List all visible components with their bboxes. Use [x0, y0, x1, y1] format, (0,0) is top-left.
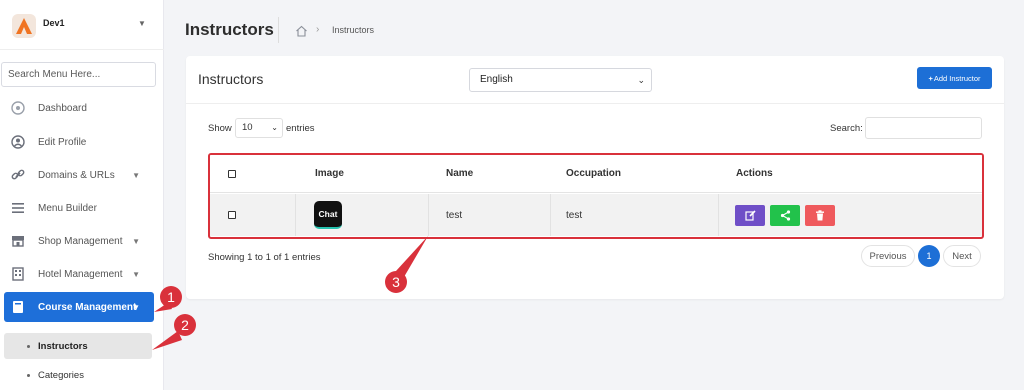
column-separator	[718, 194, 719, 236]
sidebar-subitem-label: Categories	[38, 369, 84, 381]
select-all-checkbox[interactable]	[228, 169, 236, 178]
table-info: Showing 1 to 1 of 1 entries	[208, 252, 321, 263]
search-label: Search:	[830, 123, 863, 134]
sidebar-item-label: Hotel Management	[38, 268, 123, 280]
sidebar-subitem-instructors[interactable]: Instructors	[4, 333, 152, 359]
sidebar-item-label: Domains & URLs	[38, 169, 115, 181]
callout-badge-3: 3	[385, 271, 407, 293]
column-header-name[interactable]: Name	[446, 155, 473, 192]
caret-down-icon: ▼	[132, 236, 140, 246]
sidebar: Dev1 ▼ Dashboard Edit Profile Domains & …	[0, 0, 164, 390]
table-header-row: Image Name Occupation Actions	[210, 155, 982, 193]
building-icon	[10, 266, 26, 282]
home-icon[interactable]	[295, 24, 308, 42]
link-icon	[10, 167, 26, 183]
caret-down-icon: ▼	[132, 302, 140, 312]
instructor-image-text: Chat	[318, 209, 338, 219]
sidebar-item-label: Shop Management	[38, 235, 123, 247]
show-label: Show	[208, 123, 232, 134]
callout-badge-2: 2	[174, 314, 196, 336]
name-cell: test	[446, 209, 463, 221]
store-icon	[10, 233, 26, 249]
pagination: Previous 1 Next	[861, 245, 981, 267]
select-all-cell	[228, 155, 236, 192]
sidebar-item-hotel-management[interactable]: Hotel Management ▼	[4, 260, 154, 288]
sidebar-subitem-categories[interactable]: Categories	[4, 362, 152, 388]
edit-icon	[744, 209, 756, 221]
dashboard-icon	[10, 100, 26, 116]
bars-icon	[10, 200, 26, 216]
share-icon	[780, 209, 790, 221]
page-button-current[interactable]: 1	[918, 245, 940, 267]
chevron-down-icon: ⌄	[271, 123, 278, 132]
row-select-cell	[228, 194, 236, 236]
edit-button[interactable]	[735, 204, 765, 226]
logo-icon	[12, 14, 36, 38]
trash-icon	[816, 209, 824, 220]
sidebar-item-label: Course Management	[38, 301, 137, 313]
caret-down-icon: ▼	[132, 269, 140, 279]
chevron-down-icon: ⌄	[637, 75, 645, 85]
instructor-image: Chat	[314, 201, 342, 229]
column-header-actions: Actions	[736, 168, 773, 179]
language-select[interactable]: English ⌄	[469, 68, 652, 92]
add-instructor-button[interactable]: + Add Instructor	[917, 67, 992, 89]
column-separator	[550, 194, 551, 236]
instructors-card: Instructors English ⌄ + Add Instructor S…	[186, 56, 1004, 299]
bullet-icon	[27, 373, 30, 377]
bullet-icon	[27, 344, 30, 348]
sidebar-item-label: Edit Profile	[38, 136, 87, 148]
instructors-table: Image Name Occupation Actions Chat test …	[208, 153, 984, 239]
user-circle-icon	[10, 134, 26, 150]
card-header: Instructors English ⌄ + Add Instructor	[186, 56, 1004, 104]
column-separator	[428, 194, 429, 236]
language-select-value: English	[480, 74, 513, 85]
search-menu-input[interactable]	[1, 62, 156, 87]
add-instructor-label: Add Instructor	[933, 73, 981, 83]
caret-down-icon: ▼	[132, 170, 140, 180]
sidebar-subitem-label: Instructors	[38, 340, 88, 352]
callout-badge-1: 1	[160, 286, 182, 308]
plus-icon: +	[928, 73, 933, 83]
sidebar-item-label: Menu Builder	[38, 202, 97, 214]
brand-name: Dev1	[43, 18, 65, 28]
sidebar-item-shop-management[interactable]: Shop Management ▼	[4, 227, 154, 255]
breadcrumb-current: Instructors	[332, 25, 375, 35]
sidebar-item-dashboard[interactable]: Dashboard	[4, 94, 154, 122]
delete-button[interactable]	[805, 204, 835, 226]
next-page-button[interactable]: Next	[943, 245, 981, 267]
column-header-image[interactable]: Image	[315, 155, 344, 192]
entries-label: entries	[286, 123, 315, 134]
card-title: Instructors	[198, 71, 264, 87]
row-checkbox[interactable]	[228, 211, 236, 219]
page-title: Instructors	[185, 20, 274, 39]
column-separator	[295, 194, 296, 236]
caret-down-icon[interactable]: ▼	[138, 19, 146, 28]
column-header-occupation[interactable]: Occupation	[566, 155, 621, 192]
entries-select-value: 10	[242, 122, 253, 133]
divider	[278, 17, 279, 43]
previous-page-button[interactable]: Previous	[861, 245, 915, 267]
table-row: Chat test test	[210, 194, 982, 236]
image-cell: Chat	[314, 194, 342, 236]
sidebar-item-domains[interactable]: Domains & URLs ▼	[4, 161, 154, 189]
table-search-input[interactable]	[865, 117, 982, 139]
book-icon	[10, 299, 26, 315]
entries-per-page-select[interactable]: 10 ⌄	[235, 118, 283, 138]
sidebar-item-menu-builder[interactable]: Menu Builder	[4, 194, 154, 222]
sidebar-item-course-management[interactable]: Course Management ▼	[4, 292, 154, 322]
chevron-right-icon: ›	[316, 24, 320, 35]
brand-header[interactable]: Dev1 ▼	[0, 0, 164, 50]
share-button[interactable]	[770, 204, 800, 226]
occupation-cell: test	[566, 209, 583, 221]
sidebar-item-label: Dashboard	[38, 102, 87, 114]
sidebar-item-edit-profile[interactable]: Edit Profile	[4, 128, 154, 156]
actions-cell	[735, 194, 840, 236]
